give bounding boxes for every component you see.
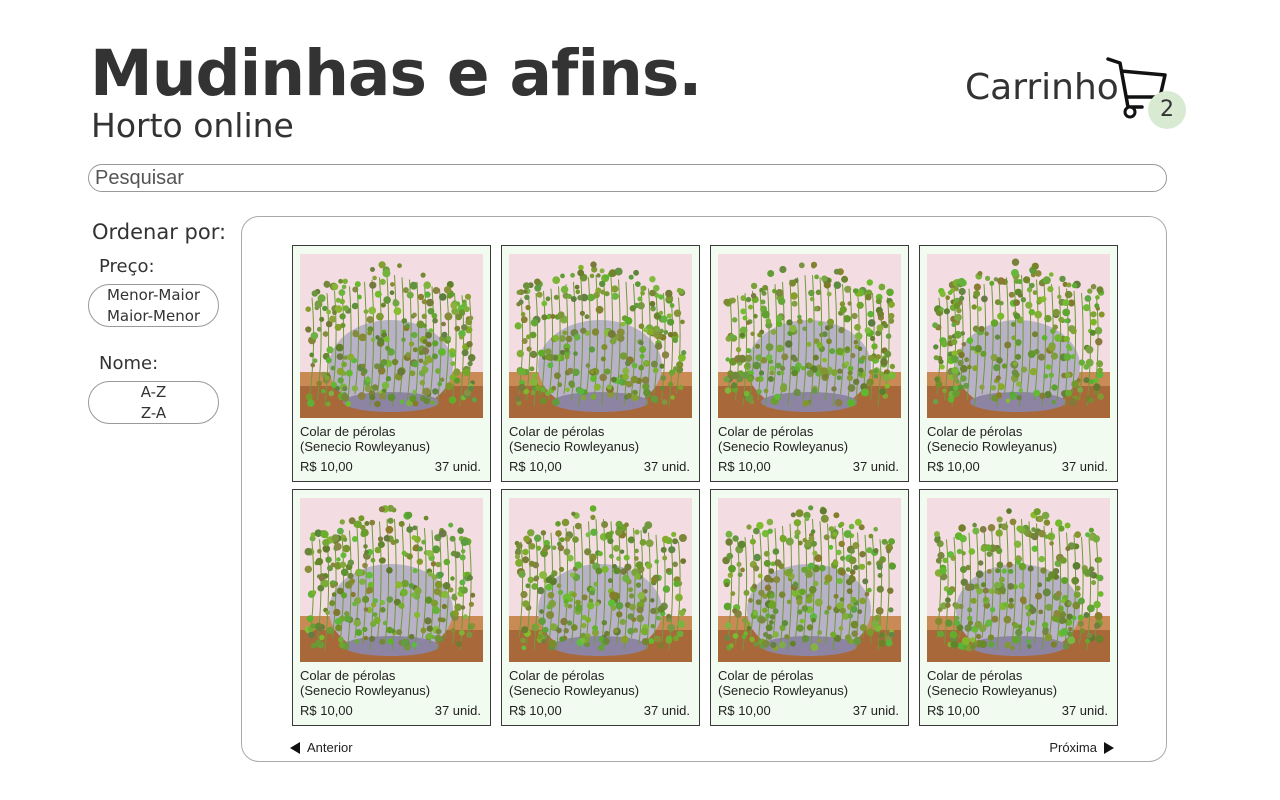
product-price: R$ 10,00 bbox=[718, 703, 771, 718]
cart-count-badge: 2 bbox=[1148, 91, 1186, 129]
next-page-label: Próxima bbox=[1049, 740, 1097, 755]
cart-label: Carrinho bbox=[965, 67, 1119, 108]
product-price: R$ 10,00 bbox=[509, 459, 562, 474]
product-price: R$ 10,00 bbox=[927, 459, 980, 474]
product-image[interactable] bbox=[718, 254, 901, 418]
cart-button[interactable]: Carrinho 2 bbox=[965, 52, 1195, 132]
sort-name-label: Nome: bbox=[99, 353, 159, 374]
arrow-left-icon bbox=[290, 741, 300, 754]
product-card[interactable]: Colar de pérolas (Senecio Rowleyanus) R$… bbox=[710, 245, 909, 482]
product-price: R$ 10,00 bbox=[509, 703, 562, 718]
product-name: Colar de pérolas (Senecio Rowleyanus) bbox=[927, 668, 1058, 698]
search-input[interactable] bbox=[88, 164, 1167, 192]
site-title: Mudinhas e afins. bbox=[90, 37, 702, 110]
product-card[interactable]: Colar de pérolas (Senecio Rowleyanus) R$… bbox=[919, 245, 1118, 482]
product-card[interactable]: Colar de pérolas (Senecio Rowleyanus) R$… bbox=[292, 245, 491, 482]
arrow-right-icon bbox=[1104, 741, 1114, 754]
sort-price-label: Preço: bbox=[99, 256, 155, 277]
sort-name-asc-option[interactable]: A-Z bbox=[141, 382, 167, 403]
product-image[interactable] bbox=[300, 498, 483, 662]
site-subtitle: Horto online bbox=[91, 106, 294, 145]
previous-page-button[interactable]: Anterior bbox=[290, 740, 353, 755]
product-panel: Colar de pérolas (Senecio Rowleyanus) R$… bbox=[241, 216, 1167, 762]
product-price: R$ 10,00 bbox=[718, 459, 771, 474]
product-image[interactable] bbox=[927, 254, 1110, 418]
product-name: Colar de pérolas (Senecio Rowleyanus) bbox=[718, 424, 849, 454]
product-card[interactable]: Colar de pérolas (Senecio Rowleyanus) R$… bbox=[501, 489, 700, 726]
product-image[interactable] bbox=[300, 254, 483, 418]
product-card[interactable]: Colar de pérolas (Senecio Rowleyanus) R$… bbox=[501, 245, 700, 482]
product-stock: 37 unid. bbox=[852, 459, 899, 474]
product-stock: 37 unid. bbox=[434, 459, 481, 474]
product-stock: 37 unid. bbox=[1061, 703, 1108, 718]
sort-price-asc-option[interactable]: Menor-Maior bbox=[107, 285, 200, 306]
sort-price-options: Menor-Maior Maior-Menor bbox=[88, 284, 219, 327]
product-stock: 37 unid. bbox=[1061, 459, 1108, 474]
product-image[interactable] bbox=[927, 498, 1110, 662]
product-image[interactable] bbox=[509, 498, 692, 662]
product-grid: Colar de pérolas (Senecio Rowleyanus) R$… bbox=[292, 245, 1118, 726]
product-price: R$ 10,00 bbox=[300, 703, 353, 718]
product-name: Colar de pérolas (Senecio Rowleyanus) bbox=[300, 424, 431, 454]
product-name: Colar de pérolas (Senecio Rowleyanus) bbox=[927, 424, 1058, 454]
sort-name-options: A-Z Z-A bbox=[88, 381, 219, 424]
product-name: Colar de pérolas (Senecio Rowleyanus) bbox=[300, 668, 431, 698]
product-card[interactable]: Colar de pérolas (Senecio Rowleyanus) R$… bbox=[292, 489, 491, 726]
sort-title: Ordenar por: bbox=[92, 220, 227, 244]
product-name: Colar de pérolas (Senecio Rowleyanus) bbox=[509, 424, 640, 454]
sort-name-desc-option[interactable]: Z-A bbox=[141, 403, 166, 424]
product-stock: 37 unid. bbox=[852, 703, 899, 718]
product-stock: 37 unid. bbox=[643, 703, 690, 718]
product-card[interactable]: Colar de pérolas (Senecio Rowleyanus) R$… bbox=[919, 489, 1118, 726]
product-image[interactable] bbox=[718, 498, 901, 662]
next-page-button[interactable]: Próxima bbox=[1049, 740, 1114, 755]
product-name: Colar de pérolas (Senecio Rowleyanus) bbox=[718, 668, 849, 698]
sort-price-desc-option[interactable]: Maior-Menor bbox=[107, 306, 200, 327]
product-name: Colar de pérolas (Senecio Rowleyanus) bbox=[509, 668, 640, 698]
product-stock: 37 unid. bbox=[643, 459, 690, 474]
previous-page-label: Anterior bbox=[307, 740, 353, 755]
product-image[interactable] bbox=[509, 254, 692, 418]
product-card[interactable]: Colar de pérolas (Senecio Rowleyanus) R$… bbox=[710, 489, 909, 726]
product-stock: 37 unid. bbox=[434, 703, 481, 718]
product-price: R$ 10,00 bbox=[300, 459, 353, 474]
product-price: R$ 10,00 bbox=[927, 703, 980, 718]
